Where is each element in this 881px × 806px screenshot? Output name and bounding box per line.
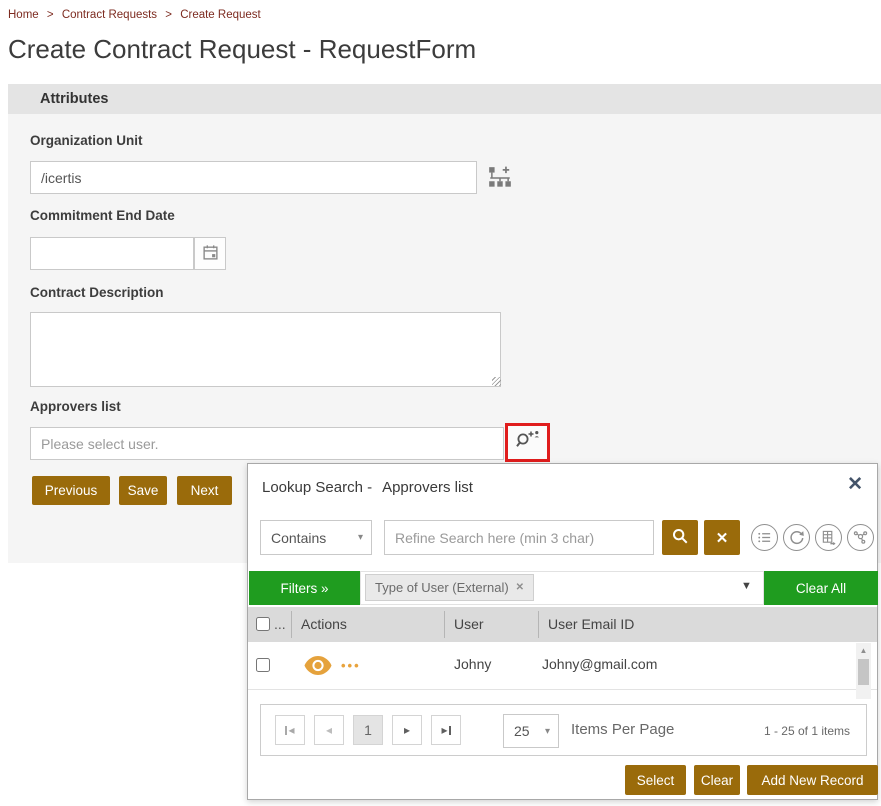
approvers-list-label: Approvers list xyxy=(30,399,121,414)
refresh-icon[interactable] xyxy=(783,524,810,551)
table-row[interactable]: ••• Johny Johny@gmail.com xyxy=(248,642,877,690)
lookup-search-dialog: Lookup Search - Approvers list ✕ Contains… xyxy=(247,463,878,800)
textarea-resize-grip[interactable] xyxy=(492,377,501,386)
page-size-value: 25 xyxy=(514,723,530,739)
organization-unit-label: Organization Unit xyxy=(30,133,143,148)
column-header-user[interactable]: User xyxy=(454,616,484,632)
export-excel-icon[interactable] xyxy=(815,524,842,551)
contract-description-label: Contract Description xyxy=(30,285,164,300)
page-size-select[interactable]: 25 ▾ xyxy=(503,714,559,748)
active-filter-label: Type of User (External) xyxy=(375,580,509,595)
organization-unit-input[interactable] xyxy=(30,161,477,194)
row-menu-icon[interactable]: ••• xyxy=(341,658,361,673)
header-ellipsis: ... xyxy=(274,616,286,632)
dialog-title: Lookup Search - Approvers list xyxy=(262,479,473,496)
search-icon xyxy=(671,533,689,548)
breadcrumb-contract-requests[interactable]: Contract Requests xyxy=(62,9,157,21)
row-email-cell: Johny@gmail.com xyxy=(542,656,657,672)
last-page-icon xyxy=(449,726,451,735)
next-page-button[interactable]: ▸ xyxy=(392,715,422,745)
active-filter-tag: Type of User (External) ✕ xyxy=(365,574,534,601)
chevron-down-icon: ▾ xyxy=(358,532,363,543)
breadcrumb-create-request[interactable]: Create Request xyxy=(180,9,261,21)
view-eye-icon[interactable] xyxy=(303,655,333,679)
scrollbar-thumb[interactable] xyxy=(858,659,869,685)
previous-button[interactable]: Previous xyxy=(32,476,110,505)
approvers-list-input[interactable] xyxy=(30,427,504,460)
calendar-icon xyxy=(202,244,219,264)
search-operator-value: Contains xyxy=(271,530,326,546)
save-button[interactable]: Save xyxy=(119,476,167,505)
row-checkbox[interactable] xyxy=(256,658,270,672)
items-per-page-label: Items Per Page xyxy=(571,721,674,738)
current-page-button[interactable]: 1 xyxy=(353,715,383,745)
pagination-bar: ◂ ◂ 1 ▸ ▸ 25 ▾ Items Per Page 1 - 25 of … xyxy=(260,704,867,756)
chevron-down-icon: ▾ xyxy=(545,726,550,737)
remove-filter-icon[interactable]: ✕ xyxy=(516,582,524,593)
table-header: ... Actions User User Email ID xyxy=(248,607,877,642)
pagination-range-label: 1 - 25 of 1 items xyxy=(764,724,850,738)
select-button[interactable]: Select xyxy=(625,765,686,795)
commitment-end-date-label: Commitment End Date xyxy=(30,208,175,223)
scroll-up-icon[interactable]: ▲ xyxy=(856,643,871,658)
scrollbar[interactable]: ▲ xyxy=(856,643,871,699)
breadcrumb-home[interactable]: Home xyxy=(8,9,39,21)
breadcrumb-separator: > xyxy=(165,9,172,21)
date-picker-button[interactable] xyxy=(194,237,226,270)
add-new-record-button[interactable]: Add New Record xyxy=(747,765,878,795)
column-header-email[interactable]: User Email ID xyxy=(548,616,634,632)
attributes-section-title: Attributes xyxy=(40,91,108,107)
dialog-title-entity: Approvers list xyxy=(382,479,473,496)
screen: Home > Contract Requests > Create Reques… xyxy=(0,0,881,806)
attributes-section-header: Attributes xyxy=(8,84,881,114)
filters-button[interactable]: Filters » xyxy=(249,571,360,605)
last-page-button[interactable]: ▸ xyxy=(431,715,461,745)
clear-search-button[interactable]: ✕ xyxy=(704,520,740,555)
filter-dropdown-caret-icon[interactable]: ▼ xyxy=(741,580,752,592)
list-view-icon[interactable] xyxy=(751,524,778,551)
dialog-title-prefix: Lookup Search - xyxy=(262,479,372,496)
breadcrumb-separator: > xyxy=(47,9,54,21)
first-page-icon xyxy=(285,726,287,735)
contract-description-textarea[interactable] xyxy=(30,312,501,387)
page-title: Create Contract Request - RequestForm xyxy=(8,34,476,65)
commitment-end-date-input[interactable] xyxy=(30,237,194,270)
first-page-button[interactable]: ◂ xyxy=(275,715,305,745)
clear-all-button[interactable]: Clear All xyxy=(764,571,878,605)
breadcrumb: Home > Contract Requests > Create Reques… xyxy=(8,9,261,21)
next-page-icon: ▸ xyxy=(404,723,410,737)
row-user-cell: Johny xyxy=(454,656,491,672)
search-user-icon xyxy=(515,429,541,456)
network-icon[interactable] xyxy=(847,524,874,551)
refine-search-input[interactable] xyxy=(384,520,654,555)
user-lookup-button[interactable] xyxy=(505,423,550,462)
search-button[interactable] xyxy=(662,520,698,555)
prev-page-button[interactable]: ◂ xyxy=(314,715,344,745)
org-chart-picker-icon[interactable] xyxy=(487,165,513,191)
close-icon[interactable]: ✕ xyxy=(847,473,863,496)
clear-button[interactable]: Clear xyxy=(694,765,740,795)
prev-page-icon: ◂ xyxy=(326,723,332,737)
column-header-actions[interactable]: Actions xyxy=(301,616,347,632)
next-button[interactable]: Next xyxy=(177,476,232,505)
select-all-checkbox[interactable] xyxy=(256,617,270,631)
search-operator-select[interactable]: Contains ▾ xyxy=(260,520,372,555)
